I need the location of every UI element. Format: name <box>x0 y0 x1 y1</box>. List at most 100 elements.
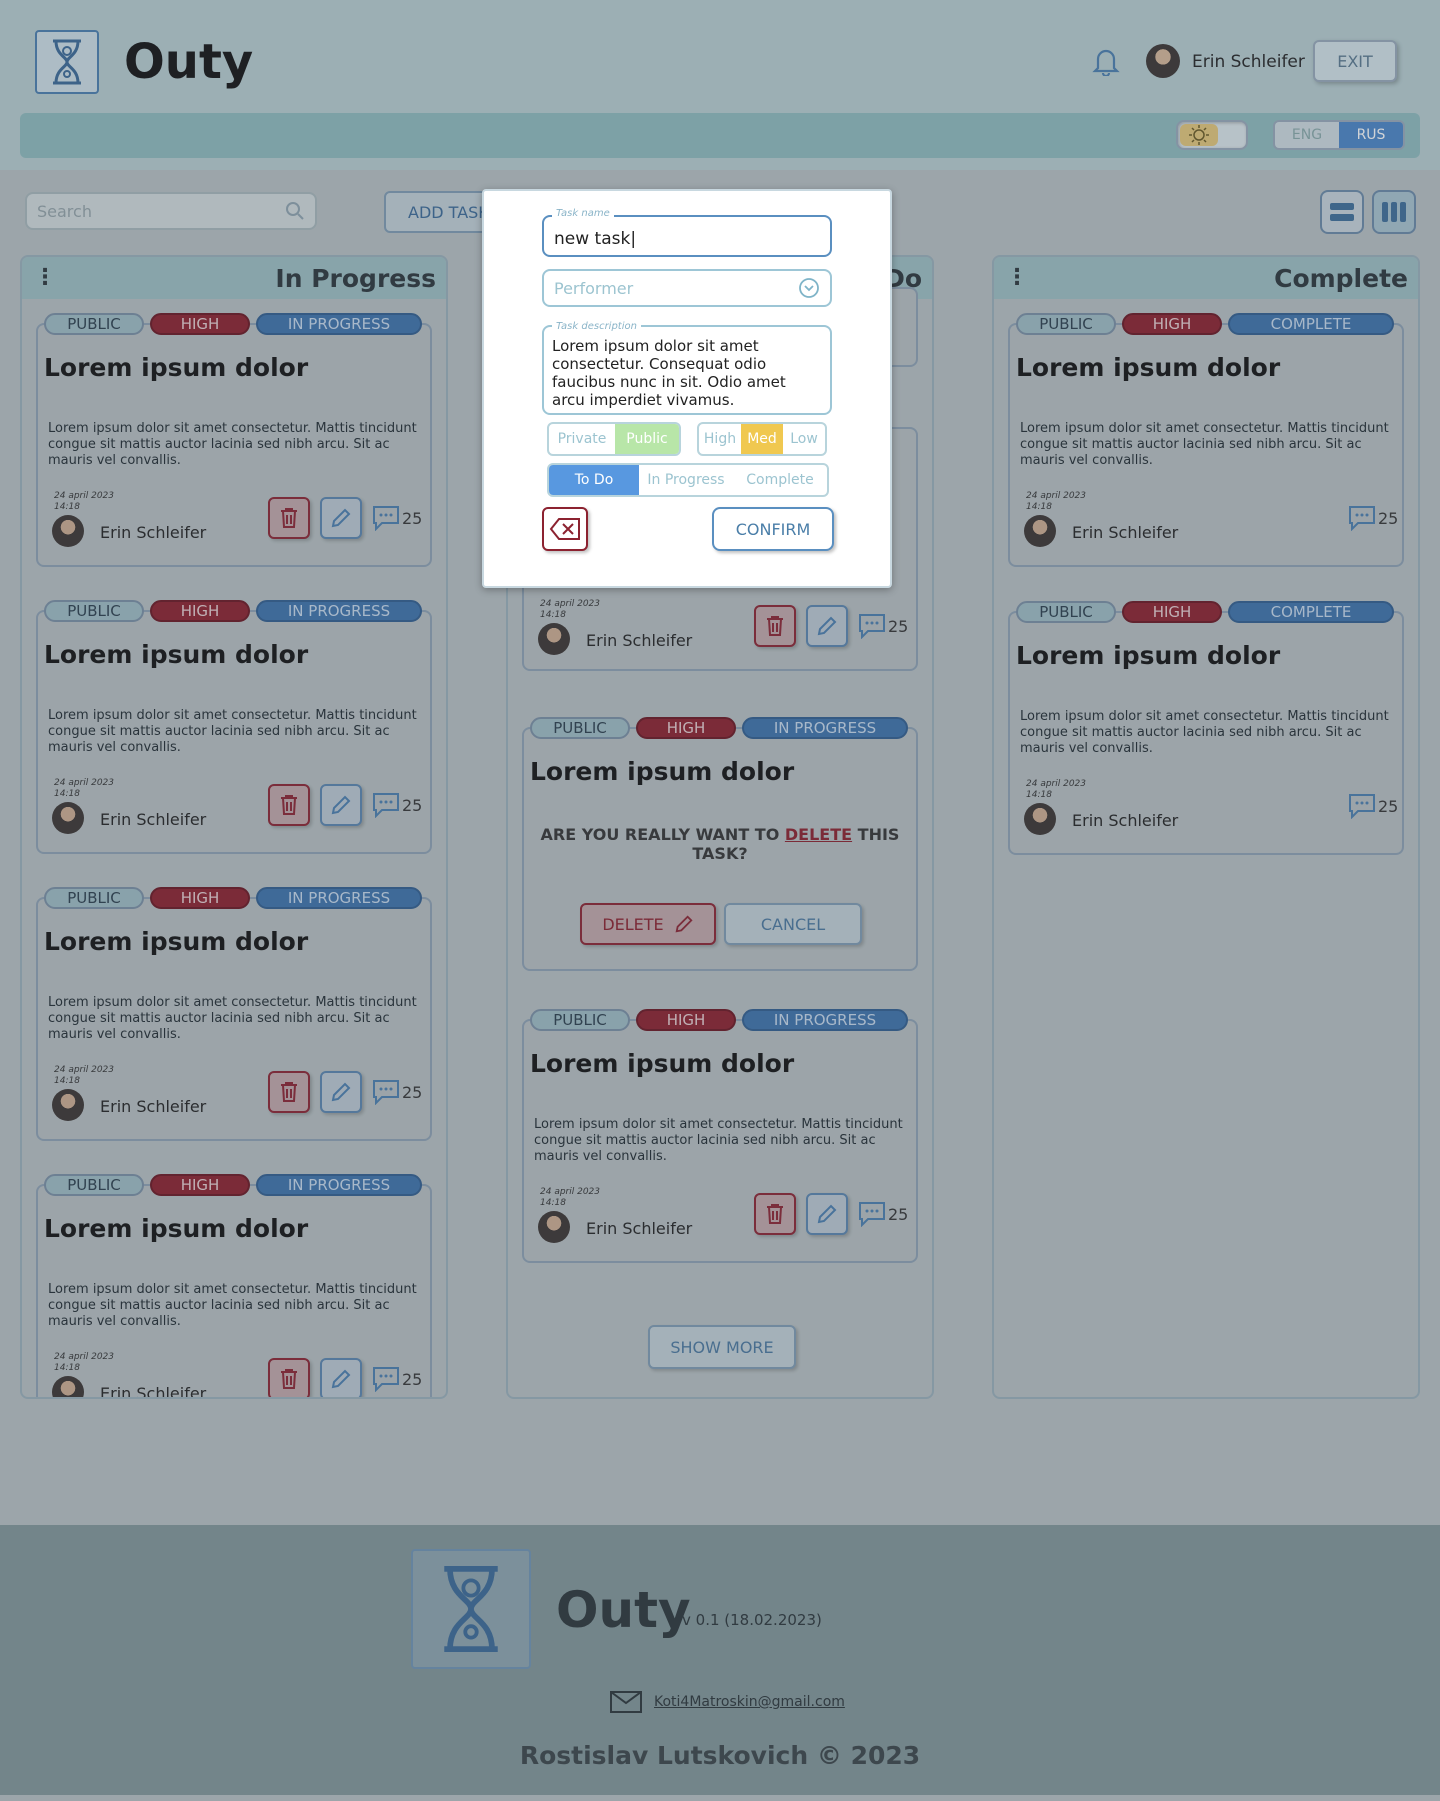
edit-button[interactable] <box>320 1358 362 1397</box>
visibility-tag: PUBLIC <box>44 1174 144 1196</box>
list-view-button[interactable] <box>1320 190 1364 234</box>
delete-button[interactable] <box>268 1358 310 1397</box>
card-description: Lorem ipsum dolor sit amet consectetur. … <box>1020 709 1389 756</box>
card-title: Lorem ipsum dolor <box>530 757 795 786</box>
task-card[interactable]: PUBLIC HIGH IN PROGRESS Lorem ipsum dolo… <box>522 1009 918 1263</box>
priority-option-high[interactable]: High <box>699 424 741 454</box>
priority-tag: HIGH <box>636 1009 736 1031</box>
performer-select[interactable]: Performer <box>542 269 832 307</box>
visibility-tag: PUBLIC <box>44 313 144 335</box>
comments-count[interactable]: 25 <box>372 1079 422 1105</box>
comments-count[interactable]: 25 <box>372 1366 422 1392</box>
column-title: Complete <box>1274 263 1408 293</box>
comments-count[interactable]: 25 <box>858 613 908 639</box>
card-title: Lorem ipsum dolor <box>44 640 309 669</box>
card-tags: PUBLIC HIGH COMPLETE <box>1016 601 1394 623</box>
delete-button[interactable] <box>754 605 796 647</box>
comment-icon <box>373 1080 399 1105</box>
avatar[interactable] <box>1146 44 1180 78</box>
task-card[interactable]: PUBLIC HIGH IN PROGRESS Lorem ipsum dolor Lo… <box>36 313 432 567</box>
avatar <box>52 515 84 547</box>
task-card[interactable]: PUBLIC HIGH COMPLETE Lorem ipsum dolor Lorem… <box>1008 313 1404 567</box>
status-toggle: To Do In Progress Complete <box>547 463 829 497</box>
delete-button[interactable] <box>754 1193 796 1235</box>
visibility-option-private[interactable]: Private <box>549 424 615 454</box>
lang-rus-button[interactable]: RUS <box>1339 122 1403 148</box>
bell-icon[interactable] <box>1092 46 1120 78</box>
discard-button[interactable] <box>542 507 588 551</box>
confirm-button[interactable]: CONFIRM <box>712 507 834 551</box>
kebab-menu-icon[interactable]: ⋮ <box>1006 267 1028 289</box>
visibility-tag: PUBLIC <box>1016 601 1116 623</box>
task-card[interactable]: PUBLIC HIGH IN PROGRESS Lorem ipsum dolor Lo… <box>36 1174 432 1397</box>
comments-count[interactable]: 25 <box>858 1201 908 1227</box>
cancel-delete-button[interactable]: CANCEL <box>724 903 862 945</box>
comment-icon <box>859 1202 885 1227</box>
show-more-button[interactable]: SHOW MORE <box>648 1325 796 1369</box>
card-tags: PUBLIC HIGH IN PROGRESS <box>530 717 908 739</box>
card-title: Lorem ipsum dolor <box>44 353 309 382</box>
card-description: Lorem ipsum dolor sit amet consectetur. … <box>1020 421 1389 468</box>
priority-tag: HIGH <box>150 1174 250 1196</box>
card-tags: PUBLIC HIGH IN PROGRESS <box>44 600 422 622</box>
edit-button[interactable] <box>806 1193 848 1235</box>
hourglass-logo-icon <box>411 1549 531 1669</box>
hourglass-logo-icon[interactable] <box>35 30 99 94</box>
task-card[interactable]: PUBLIC HIGH IN PROGRESS Lorem ipsum dolor Lo… <box>36 600 432 854</box>
column-in-progress: ⋮ In Progress PUBLIC HIGH IN PROGRESS Lorem… <box>20 255 448 1399</box>
lang-eng-button[interactable]: ENG <box>1275 122 1339 148</box>
comments-count[interactable]: 25 <box>372 505 422 531</box>
confirm-delete-button[interactable]: DELETE <box>580 903 716 945</box>
comments-count[interactable]: 25 <box>1348 505 1398 531</box>
search-input[interactable]: Search <box>25 192 317 230</box>
comment-icon <box>859 614 885 639</box>
comment-icon <box>373 506 399 531</box>
card-date: 24 april 2023 14:18 <box>54 778 115 799</box>
priority-option-low[interactable]: Low <box>783 424 825 454</box>
status-tag: COMPLETE <box>1228 313 1394 335</box>
comment-icon <box>373 793 399 818</box>
pencil-icon <box>331 1369 351 1389</box>
edit-button[interactable] <box>320 1071 362 1113</box>
avatar <box>538 623 570 655</box>
status-option-in-progress[interactable]: In Progress <box>639 465 733 495</box>
visibility-option-public[interactable]: Public <box>615 424 679 454</box>
avatar <box>52 1089 84 1121</box>
footer-email[interactable]: Koti4Matroskin@gmail.com <box>610 1691 845 1713</box>
email-link[interactable]: Koti4Matroskin@gmail.com <box>654 1694 845 1710</box>
visibility-tag: PUBLIC <box>530 1009 630 1031</box>
status-option-complete[interactable]: Complete <box>733 465 827 495</box>
edit-button[interactable] <box>320 497 362 539</box>
priority-option-med[interactable]: Med <box>741 424 783 454</box>
trash-icon <box>281 1369 297 1389</box>
theme-toggle[interactable] <box>1176 120 1248 150</box>
delete-button[interactable] <box>268 784 310 826</box>
comments-count[interactable]: 25 <box>1348 793 1398 819</box>
card-tags: PUBLIC HIGH IN PROGRESS <box>44 1174 422 1196</box>
card-title: Lorem ipsum dolor <box>1016 641 1281 670</box>
card-date: 24 april 2023 14:18 <box>1026 779 1087 800</box>
card-date: 24 april 2023 14:18 <box>54 491 115 512</box>
card-user: Erin Schleifer <box>1072 811 1179 830</box>
status-option-todo[interactable]: To Do <box>549 465 639 495</box>
search-placeholder: Search <box>37 201 92 221</box>
edit-button[interactable] <box>320 784 362 826</box>
delete-confirm-card: PUBLIC HIGH IN PROGRESS Lorem ipsum dolo… <box>522 717 918 971</box>
delete-button[interactable] <box>268 1071 310 1113</box>
delete-button[interactable] <box>268 497 310 539</box>
card-description: Lorem ipsum dolor sit amet consectetur. … <box>534 1117 903 1164</box>
comments-count[interactable]: 25 <box>372 792 422 818</box>
card-tags: PUBLIC HIGH IN PROGRESS <box>44 313 422 335</box>
edit-button[interactable] <box>806 605 848 647</box>
delete-question: ARE YOU REALLY WANT TO DELETE THIS TASK? <box>540 825 900 863</box>
task-name-field[interactable]: Task name new task| <box>542 208 832 257</box>
trash-icon <box>281 795 297 815</box>
task-description-field[interactable]: Task description Lorem ipsum dolor sit a… <box>542 318 832 415</box>
board-view-button[interactable] <box>1372 190 1416 234</box>
exit-button[interactable]: EXIT <box>1313 40 1397 82</box>
backspace-icon <box>549 518 580 540</box>
kebab-menu-icon[interactable]: ⋮ <box>34 267 56 289</box>
task-card[interactable]: PUBLIC HIGH COMPLETE Lorem ipsum dolor Lorem… <box>1008 601 1404 855</box>
task-card[interactable]: PUBLIC HIGH IN PROGRESS Lorem ipsum dolor Lo… <box>36 887 432 1141</box>
card-date: 24 april 2023 14:18 <box>54 1065 115 1086</box>
